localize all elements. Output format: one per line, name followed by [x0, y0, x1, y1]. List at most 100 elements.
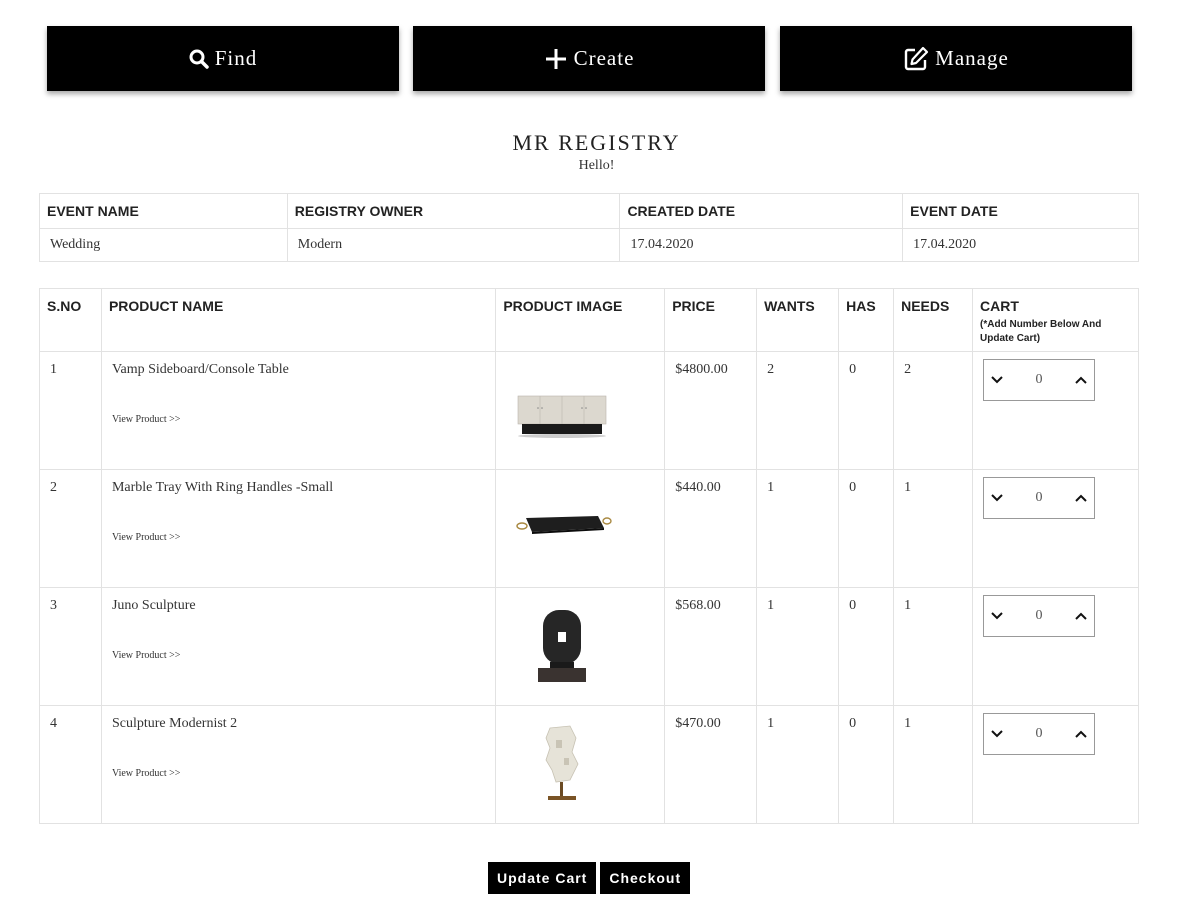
- created-date-value: 17.04.2020: [619, 228, 904, 262]
- wants-cell: 1: [756, 705, 840, 824]
- needs-cell: 1: [893, 705, 974, 824]
- search-icon: [189, 49, 209, 69]
- manage-button[interactable]: Manage: [780, 26, 1132, 91]
- create-label: Create: [573, 46, 635, 70]
- product-image-header: PRODUCT IMAGE: [495, 288, 666, 352]
- table-row: 1 Vamp Sideboard/Console Table View Prod…: [39, 351, 1139, 470]
- quantity-value[interactable]: 0: [1019, 372, 1059, 388]
- quantity-stepper[interactable]: 0: [983, 713, 1096, 755]
- has-cell: 0: [838, 587, 895, 706]
- needs-cell: 2: [893, 351, 974, 470]
- created-date-header: CREATED DATE: [619, 193, 904, 229]
- manage-label: Manage: [935, 46, 1009, 70]
- sno-header: S.NO: [39, 288, 102, 352]
- product-name: Sculpture Modernist 2: [111, 716, 238, 731]
- price-cell: $568.00: [664, 587, 758, 706]
- find-label: Find: [214, 46, 258, 70]
- event-name-value: Wedding: [39, 228, 288, 262]
- quantity-value[interactable]: 0: [1019, 726, 1059, 742]
- event-name-header: EVENT NAME: [39, 193, 288, 229]
- chevron-up-icon[interactable]: [1074, 373, 1088, 387]
- has-cell: 0: [838, 705, 895, 824]
- cart-cell: 0: [972, 587, 1139, 706]
- quantity-value[interactable]: 0: [1019, 490, 1059, 506]
- chevron-down-icon[interactable]: [990, 609, 1004, 623]
- product-name: Juno Sculpture: [111, 598, 196, 613]
- registry-owner-header: REGISTRY OWNER: [286, 193, 621, 229]
- needs-cell: 1: [893, 587, 974, 706]
- cart-cell: 0: [972, 351, 1139, 470]
- product-image-cell: [495, 705, 666, 824]
- view-product-link[interactable]: View Product >>: [112, 532, 485, 543]
- wants-cell: 1: [756, 587, 840, 706]
- price-cell: $4800.00: [664, 351, 758, 470]
- cart-cell: 0: [972, 705, 1139, 824]
- table-row: 3 Juno Sculpture View Product >> $568.00…: [39, 587, 1139, 706]
- event-info-table: EVENT NAME REGISTRY OWNER CREATED DATE E…: [39, 193, 1139, 262]
- view-product-link[interactable]: View Product >>: [112, 650, 485, 661]
- create-button[interactable]: Create: [413, 26, 765, 91]
- has-header: HAS: [838, 288, 895, 352]
- product-table: S.NO PRODUCT NAME PRODUCT IMAGE PRICE WA…: [39, 288, 1139, 824]
- event-date-value: 17.04.2020: [902, 228, 1139, 262]
- quantity-value[interactable]: 0: [1019, 608, 1059, 624]
- product-name-header: PRODUCT NAME: [100, 288, 497, 352]
- needs-cell: 1: [893, 469, 974, 588]
- view-product-link[interactable]: View Product >>: [112, 768, 485, 779]
- product-name-cell: Sculpture Modernist 2 View Product >>: [100, 705, 497, 824]
- cart-header-note: (*Add Number Below And Update Cart): [980, 319, 1102, 344]
- product-table-header-row: S.NO PRODUCT NAME PRODUCT IMAGE PRICE WA…: [39, 288, 1139, 352]
- product-name-cell: Vamp Sideboard/Console Table View Produc…: [100, 351, 497, 470]
- sideboard-image: [518, 395, 607, 438]
- wants-cell: 2: [756, 351, 840, 470]
- registry-title: MR REGISTRY: [512, 130, 681, 155]
- cart-actions: Update Cart Checkout: [488, 862, 691, 894]
- cart-cell: 0: [972, 469, 1139, 588]
- product-image-cell: [495, 351, 666, 470]
- product-name: Vamp Sideboard/Console Table: [111, 362, 289, 377]
- chevron-down-icon[interactable]: [990, 727, 1004, 741]
- product-name-cell: Marble Tray With Ring Handles -Small Vie…: [100, 469, 497, 588]
- table-row: 4 Sculpture Modernist 2 View Product >> …: [39, 705, 1139, 824]
- price-cell: $440.00: [664, 469, 758, 588]
- sno-cell: 4: [39, 705, 102, 824]
- table-row: 2 Marble Tray With Ring Handles -Small V…: [39, 469, 1139, 588]
- event-table-header-row: EVENT NAME REGISTRY OWNER CREATED DATE E…: [39, 193, 1139, 229]
- quantity-stepper[interactable]: 0: [983, 595, 1096, 637]
- top-nav: Find Create Manage: [47, 26, 1133, 91]
- cart-header-label: CART: [980, 298, 1019, 314]
- quantity-stepper[interactable]: 0: [983, 359, 1096, 401]
- sno-cell: 2: [39, 469, 102, 588]
- wants-header: WANTS: [756, 288, 840, 352]
- tray-image: [516, 516, 613, 534]
- chevron-down-icon[interactable]: [990, 373, 1004, 387]
- edit-icon: [903, 46, 929, 72]
- view-product-link[interactable]: View Product >>: [112, 414, 485, 425]
- has-cell: 0: [838, 351, 895, 470]
- cart-header: CART (*Add Number Below And Update Cart): [972, 288, 1139, 352]
- sno-cell: 3: [39, 587, 102, 706]
- modernist-sculpture-image: [545, 725, 579, 800]
- product-image-cell: [495, 469, 666, 588]
- quantity-stepper[interactable]: 0: [983, 477, 1096, 519]
- find-button[interactable]: Find: [47, 26, 399, 91]
- chevron-up-icon[interactable]: [1074, 727, 1088, 741]
- product-image-cell: [495, 587, 666, 706]
- update-cart-button[interactable]: Update Cart: [488, 862, 597, 894]
- juno-sculpture-image: [538, 610, 587, 682]
- checkout-button[interactable]: Checkout: [600, 862, 691, 894]
- needs-header: NEEDS: [893, 288, 974, 352]
- price-header: PRICE: [664, 288, 758, 352]
- sno-cell: 1: [39, 351, 102, 470]
- wants-cell: 1: [756, 469, 840, 588]
- greeting-text: Hello!: [578, 158, 615, 173]
- event-table-row: Wedding Modern 17.04.2020 17.04.2020: [39, 228, 1139, 262]
- event-date-header: EVENT DATE: [902, 193, 1139, 229]
- plus-icon: [544, 47, 568, 71]
- chevron-down-icon[interactable]: [990, 491, 1004, 505]
- product-name-cell: Juno Sculpture View Product >>: [100, 587, 497, 706]
- chevron-up-icon[interactable]: [1074, 609, 1088, 623]
- chevron-up-icon[interactable]: [1074, 491, 1088, 505]
- has-cell: 0: [838, 469, 895, 588]
- registry-owner-value: Modern: [286, 228, 621, 262]
